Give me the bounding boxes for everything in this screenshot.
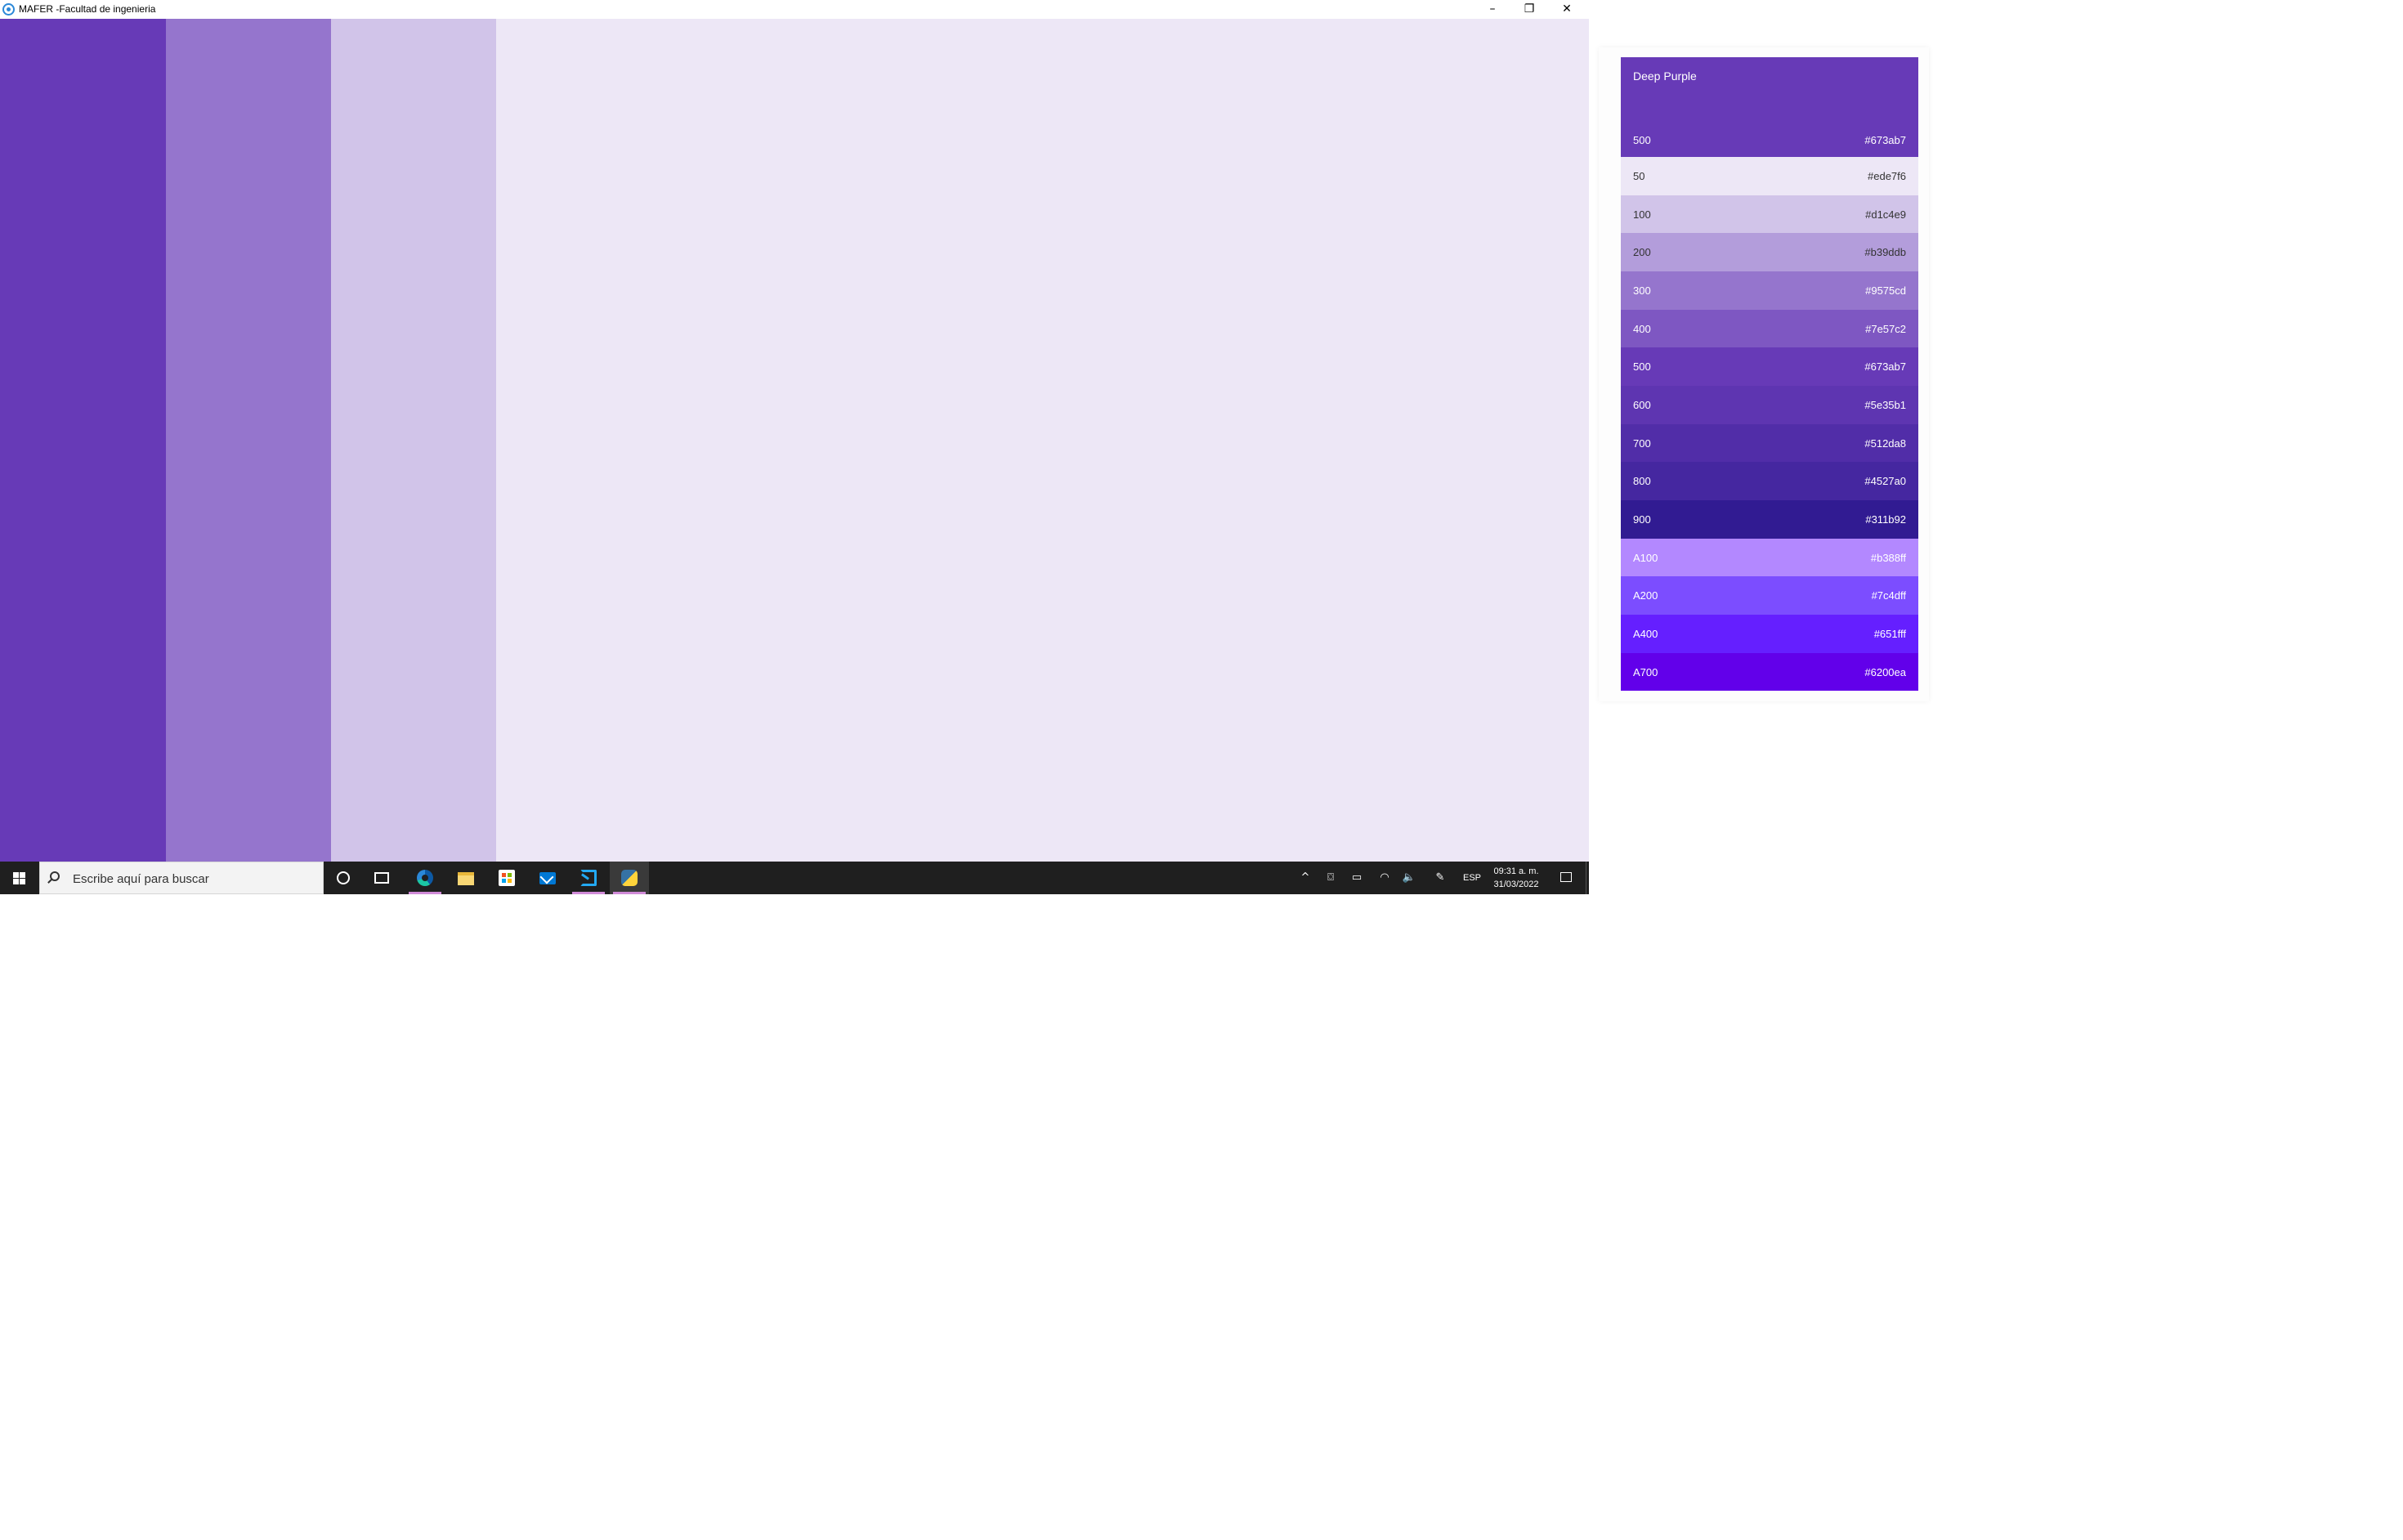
swatch-hex: #4527a0 <box>1864 475 1906 488</box>
folder-icon <box>458 872 474 885</box>
vscode-button[interactable] <box>569 862 608 894</box>
store-button[interactable] <box>487 862 526 894</box>
search-placeholder: Escribe aquí para buscar <box>73 872 209 886</box>
swatch-weight: 50 <box>1633 170 1645 182</box>
swatch-hex: #b388ff <box>1870 551 1906 564</box>
taskbar-search-box[interactable]: Escribe aquí para buscar <box>39 862 324 894</box>
app-window: MAFER -Facultad de ingenieria – ❐ ✕ <box>0 0 1589 894</box>
restore-button[interactable]: ❐ <box>1510 0 1548 19</box>
clock[interactable]: 09:31 a. m. 31/03/2022 <box>1489 865 1543 891</box>
vscode-icon <box>580 870 597 886</box>
swatch-weight: 600 <box>1633 398 1651 411</box>
swatch-weight: A100 <box>1633 551 1658 564</box>
clock-date: 31/03/2022 <box>1493 880 1539 889</box>
primary-hex: #673ab7 <box>1864 134 1906 146</box>
edge-button[interactable] <box>405 862 445 894</box>
show-desktop-button[interactable] <box>1586 862 1589 894</box>
swatch-row[interactable]: A200 #7c4dff <box>1621 576 1918 615</box>
running-indicator <box>572 892 605 894</box>
swatch-hex: #ede7f6 <box>1868 170 1906 182</box>
primary-weight: 500 <box>1633 134 1651 146</box>
swatch-row[interactable]: A400 #651fff <box>1621 614 1918 653</box>
swatch-hex: #6200ea <box>1864 665 1906 678</box>
swatch-row[interactable]: 100 #d1c4e9 <box>1621 195 1918 234</box>
minimize-button[interactable]: – <box>1474 0 1511 19</box>
python-button[interactable] <box>610 862 649 894</box>
chevron-up-icon[interactable]: ^ <box>1295 862 1315 894</box>
cortana-icon <box>337 871 350 884</box>
store-icon <box>499 870 515 886</box>
taskbar: Escribe aquí para buscar ^ ⌼ ▭ ◠ 🔈 ✎ ESP… <box>0 862 1589 894</box>
swatch-row[interactable]: 800 #4527a0 <box>1621 462 1918 500</box>
notification-button[interactable] <box>1551 862 1581 894</box>
running-indicator <box>409 892 441 894</box>
swatch-weight: A400 <box>1633 627 1658 640</box>
python-icon <box>621 870 638 886</box>
swatch-row[interactable]: 500 #673ab7 <box>1621 347 1918 386</box>
swatch-weight: A700 <box>1633 665 1658 678</box>
battery-icon[interactable]: ▭ <box>1347 862 1367 894</box>
swatch-row[interactable]: 700 #512da8 <box>1621 423 1918 463</box>
swatch-hex: #673ab7 <box>1864 360 1906 374</box>
color-stripe-2 <box>166 19 331 862</box>
window-title: MAFER -Facultad de ingenieria <box>19 3 156 15</box>
task-view-icon <box>374 872 389 884</box>
volume-icon[interactable]: 🔈 <box>1399 862 1419 894</box>
swatch-hex: #651fff <box>1873 627 1906 640</box>
swatch-weight: 700 <box>1633 436 1651 450</box>
swatch-row[interactable]: A100 #b388ff <box>1621 538 1918 577</box>
swatch-hex: #311b92 <box>1865 513 1906 526</box>
swatch-weight: A200 <box>1633 589 1658 602</box>
search-icon <box>50 871 60 881</box>
swatch-row[interactable]: 200 #b39ddb <box>1621 233 1918 271</box>
notification-icon <box>1560 872 1572 882</box>
title-bar[interactable]: MAFER -Facultad de ingenieria – ❐ ✕ <box>0 0 1589 19</box>
swatch-row[interactable]: 400 #7e57c2 <box>1621 309 1918 348</box>
task-view-button[interactable] <box>363 862 402 894</box>
swatch-hex: #9575cd <box>1865 284 1906 297</box>
swatch-row[interactable]: 600 #5e35b1 <box>1621 385 1918 424</box>
windows-logo-icon <box>13 872 25 884</box>
swatch-hex: #d1c4e9 <box>1865 208 1906 221</box>
clock-time: 09:31 a. m. <box>1493 866 1539 876</box>
color-stripe-1 <box>0 19 166 862</box>
swatch-weight: 400 <box>1633 322 1651 335</box>
palette-name: Deep Purple <box>1633 69 1697 83</box>
swatch-row[interactable]: A700 #6200ea <box>1621 652 1918 692</box>
swatch-row[interactable]: 900 #311b92 <box>1621 499 1918 539</box>
pen-icon[interactable]: ✎ <box>1430 862 1450 894</box>
swatch-weight: 900 <box>1633 513 1651 526</box>
color-stripe-3 <box>331 19 496 862</box>
wifi-icon[interactable]: ◠ <box>1375 862 1394 894</box>
running-indicator <box>613 892 646 894</box>
swatch-hex: #5e35b1 <box>1864 398 1906 411</box>
swatch-weight: 500 <box>1633 360 1651 374</box>
start-button[interactable] <box>0 862 39 894</box>
mail-icon <box>539 872 556 884</box>
swatch-hex: #b39ddb <box>1864 246 1906 259</box>
app-icon <box>2 3 15 16</box>
edge-icon <box>417 870 433 886</box>
window-content <box>0 19 1589 862</box>
file-explorer-button[interactable] <box>446 862 486 894</box>
swatch-weight: 100 <box>1633 208 1651 221</box>
palette-card: Deep Purple 500 #673ab7 50 #ede7f6 100 #d1c… <box>1599 47 1929 701</box>
swatch-weight: 200 <box>1633 246 1651 259</box>
meet-now-icon[interactable]: ⌼ <box>1321 862 1340 894</box>
language-indicator[interactable]: ESP <box>1457 862 1487 894</box>
swatch-row[interactable]: 50 #ede7f6 <box>1621 157 1918 195</box>
cortana-button[interactable] <box>324 862 363 894</box>
swatch-hex: #512da8 <box>1864 436 1906 450</box>
swatch-weight: 300 <box>1633 284 1651 297</box>
swatch-row[interactable]: 300 #9575cd <box>1621 271 1918 310</box>
swatch-hex: #7c4dff <box>1871 589 1906 602</box>
swatch-hex: #7e57c2 <box>1865 322 1906 335</box>
mail-button[interactable] <box>528 862 567 894</box>
swatch-weight: 800 <box>1633 475 1651 488</box>
close-button[interactable]: ✕ <box>1548 0 1586 19</box>
swatch-list: 50 #ede7f6 100 #d1c4e9 200 #b39ddb 300 #9575cd 4… <box>1621 157 1918 692</box>
palette-header[interactable]: Deep Purple 500 #673ab7 <box>1621 57 1918 157</box>
